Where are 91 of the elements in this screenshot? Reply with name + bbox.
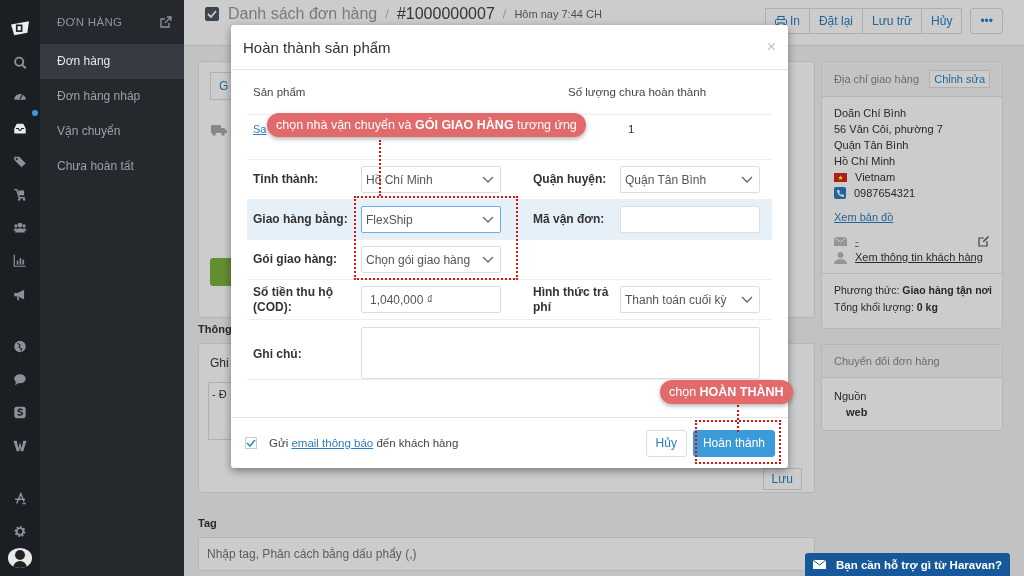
nav-item[interactable]: Chưa hoàn tất [40,149,184,184]
select-field[interactable]: Quận Tân Bình [620,166,760,193]
field-label: Ghi chú: [252,347,303,362]
order-number: #1000000007 [396,5,495,23]
section-heading: Tag [198,517,218,529]
email-link[interactable]: - [855,233,859,249]
chevron-down-icon [741,295,753,304]
address-line: Doãn Chí Bình [834,106,908,121]
nav-item[interactable]: Đơn hàng nháp [40,79,184,114]
select-field[interactable]: Thanh toán cuối kỳ [620,286,760,313]
help-chat-button[interactable]: Bạn cần hỗ trợ gì từ Haravan? [804,553,1010,576]
breadcrumb-separator: / [385,5,389,23]
complete-button[interactable]: Hoàn thành [692,429,775,457]
source-value: web [845,405,869,420]
action-button[interactable]: Hủy [921,8,963,34]
chevron-down-icon [482,255,494,264]
field-label: Gói giao hàng: [252,252,338,267]
callout: chọn HOÀN THÀNH [660,380,793,404]
phone-number: 0987654321 [854,186,916,201]
checkbox-icon [204,6,220,22]
field-label: Số tiền thu hộ (COD): [252,284,334,315]
action-button[interactable]: Đặt lại [808,8,863,34]
avatar[interactable] [8,548,32,568]
zigzag-icon[interactable] [12,439,28,453]
country: Vietnam [855,170,896,185]
field-label: Giao hàng bằng: [252,212,349,227]
chevron-down-icon [482,215,494,224]
cancel-button[interactable]: Hủy [645,429,687,457]
column-header: Số lượng chưa hoàn thành [568,86,707,98]
edit-icon[interactable] [978,235,990,247]
field-label: Tỉnh thành: [252,172,320,187]
users-icon[interactable] [12,221,28,235]
section-heading: Thông [198,323,233,335]
address-line: Quận Tân Bình [834,138,910,153]
flag-icon [834,172,847,182]
envelope-icon [834,236,847,246]
email-link[interactable]: email thông báo [291,437,374,449]
nav-item[interactable]: Đơn hàng [40,44,184,79]
apps-icon[interactable] [12,492,28,506]
external-link-icon[interactable] [160,16,172,28]
user-icon [834,250,847,264]
card-title: Địa chỉ giao hàng [834,73,919,85]
card-title: Chuyển đổi đơn hàng [834,355,940,367]
search-icon[interactable] [12,56,28,70]
globe-icon[interactable] [12,340,28,354]
chevron-down-icon [741,175,753,184]
chevron-down-icon [482,175,494,184]
chat-icon[interactable] [12,373,28,387]
customer-link[interactable]: Xem thông tin khách hàng [855,249,983,265]
leader-line [379,140,381,196]
save-button[interactable]: Lưu [762,468,802,490]
product-link[interactable]: Sa [253,123,267,135]
notification-dot [32,110,38,116]
column-header: Sản phẩm [253,86,307,98]
dialog-title: Hoàn thành sản phẩm [243,38,391,56]
action-button[interactable]: ••• [970,8,1003,34]
order-time: Hôm nay 7:44 CH [514,7,602,22]
total-weight: Tổng khối lượng: 0 kg [834,300,939,315]
inbox-icon[interactable] [12,122,28,136]
source-label: Nguồn [834,389,868,404]
email-option-text: Gửi email thông báo đến khách hàng [269,437,459,449]
section-title: ĐƠN HÀNG [57,16,123,28]
address-line: Hồ Chí Minh [834,154,897,169]
select-field[interactable]: Chọn gói giao hàng [361,246,501,273]
map-link[interactable]: Xem bản đồ [834,209,990,225]
select-field[interactable]: FlexShip [361,206,501,233]
bar-chart-icon[interactable] [12,254,28,268]
text-field[interactable]: 1,040,000 ₫ [361,286,501,313]
breadcrumb-separator: / [502,5,507,23]
text-field[interactable] [620,206,760,233]
tag-field[interactable]: Nhập tag, Phân cách bằng dấu phẩy (,) [198,537,815,571]
s-square-icon[interactable] [12,406,28,420]
truck-icon [211,124,227,136]
field-label: Hình thức trả phí [532,284,610,315]
field-label: Ghi [210,356,229,370]
action-button[interactable]: Lưu trữ [861,8,923,34]
field-label: Quận huyện: [532,172,608,187]
cart-icon[interactable] [12,188,28,202]
address-line: 56 Vân Côi, phường 7 [834,122,944,137]
edit-button[interactable]: Chỉnh sửa [929,70,990,88]
callout: chọn nhà vận chuyển và GÓI GIAO HÀNG tương ứng [267,113,586,137]
nav-item[interactable]: Vận chuyển [40,114,184,149]
field-label: Mã vận đơn: [532,212,606,227]
checkbox[interactable] [245,437,257,449]
gear-icon[interactable] [12,525,28,539]
breadcrumb-link[interactable]: Danh sách đơn hàng [228,5,378,23]
envelope-icon [812,560,826,569]
shipping-method: Phương thức: Giao hàng tận nơi [834,283,993,299]
note-field[interactable] [361,327,760,379]
phone-icon [834,187,846,199]
tag-icon[interactable] [12,155,28,169]
